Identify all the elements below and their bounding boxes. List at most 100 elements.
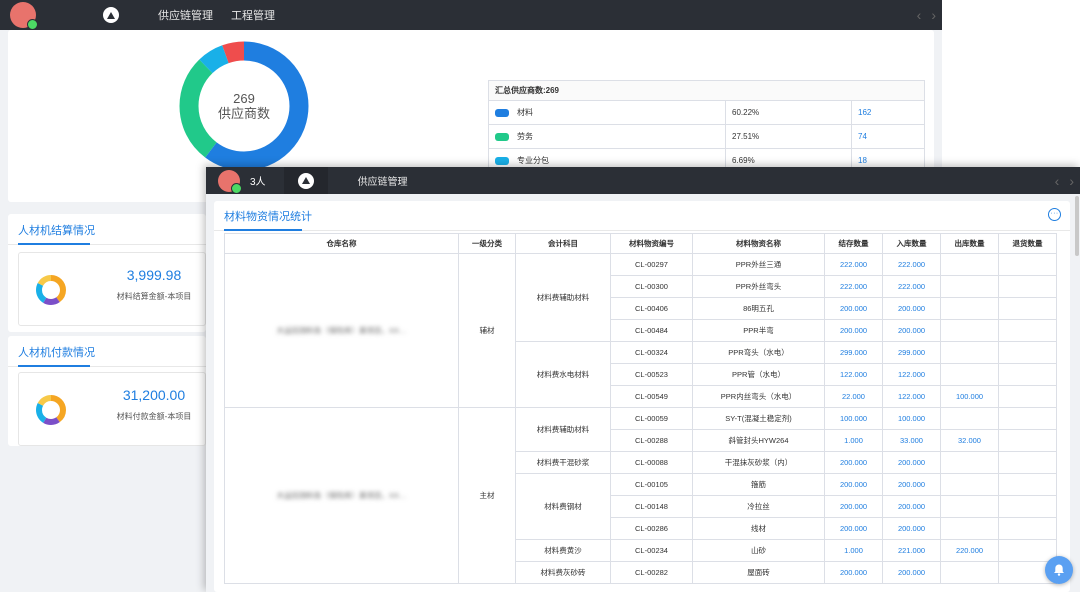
balance-qty[interactable]: 222.000 [824,275,883,298]
material-code: CL-00324 [610,341,693,364]
material-code: CL-00088 [610,451,693,474]
balance-qty[interactable]: 200.000 [824,561,883,584]
supplier-count-link[interactable]: 74 [851,124,925,149]
in-qty[interactable]: 200.000 [882,495,941,518]
balance-qty[interactable]: 1.000 [824,539,883,562]
balance-qty[interactable]: 200.000 [824,473,883,496]
out-qty[interactable] [940,363,999,386]
out-qty[interactable] [940,451,999,474]
in-qty[interactable]: 33.000 [882,429,941,452]
return-qty[interactable] [998,253,1057,276]
in-qty[interactable]: 221.000 [882,539,941,562]
in-qty[interactable]: 200.000 [882,517,941,540]
out-qty[interactable] [940,407,999,430]
return-qty[interactable] [998,517,1057,540]
in-qty[interactable]: 100.000 [882,407,941,430]
return-qty[interactable] [998,385,1057,408]
material-name: 斜管封头HYW264 [692,429,825,452]
balance-qty[interactable]: 200.000 [824,297,883,320]
return-qty[interactable] [998,539,1057,562]
chevron-right-icon[interactable]: › [931,7,936,23]
out-qty[interactable] [940,561,999,584]
avatar[interactable] [10,2,38,30]
material-name: 冷拉丝 [692,495,825,518]
in-qty[interactable]: 200.000 [882,451,941,474]
app-logo[interactable] [82,0,140,30]
material-stats-card: 材料物资情况统计 ··· 仓库名称 一级分类 会计科目 材料物资编号 材料物资名称 结存数… [214,201,1070,592]
chevron-left-icon[interactable]: ‹ [917,7,922,23]
bell-icon [1054,564,1064,576]
balance-qty[interactable]: 200.000 [824,319,883,342]
supplier-donut-chart: 269 供应商数 [179,41,309,171]
out-qty[interactable] [940,253,999,276]
nav-engineering[interactable]: 工程管理 [231,7,275,23]
material-name: SY-T(混凝土稳定剂) [692,407,825,430]
material-name: 山砂 [692,539,825,562]
avatar[interactable] [218,169,242,194]
material-name: PPR管（水电） [692,363,825,386]
nav-supply-chain[interactable]: 供应链管理 [158,7,213,23]
return-qty[interactable] [998,429,1057,452]
balance-qty[interactable]: 200.000 [824,451,883,474]
subject-cell: 材料费干混砂浆 [515,451,611,474]
column-header: 退货数量 [998,233,1057,254]
balance-qty[interactable]: 100.000 [824,407,883,430]
in-qty[interactable]: 222.000 [882,275,941,298]
out-qty[interactable] [940,495,999,518]
more-icon[interactable]: ··· [1048,208,1061,221]
balance-qty[interactable]: 200.000 [824,517,883,540]
subject-cell: 材料费黄沙 [515,539,611,562]
balance-qty[interactable]: 200.000 [824,495,883,518]
supplier-count-link[interactable]: 162 [851,100,925,125]
out-qty[interactable]: 220.000 [940,539,999,562]
balance-qty[interactable]: 122.000 [824,363,883,386]
return-qty[interactable] [998,407,1057,430]
balance-qty[interactable]: 299.000 [824,341,883,364]
balance-qty[interactable]: 1.000 [824,429,883,452]
return-qty[interactable] [998,495,1057,518]
material-name: 干混抹灰砂浆（内） [692,451,825,474]
in-qty[interactable]: 122.000 [882,363,941,386]
in-qty[interactable]: 200.000 [882,297,941,320]
in-qty[interactable]: 122.000 [882,385,941,408]
return-qty[interactable] [998,297,1057,320]
in-qty[interactable]: 200.000 [882,473,941,496]
online-people-count[interactable]: 3人 [250,173,266,188]
balance-qty[interactable]: 222.000 [824,253,883,276]
legend-swatch-icon [495,132,509,141]
out-qty[interactable]: 100.000 [940,385,999,408]
out-qty[interactable] [940,275,999,298]
scrollbar[interactable] [1075,196,1079,256]
payment-amount: 31,200.00 [122,387,186,403]
material-name: 箍筋 [692,473,825,496]
help-button[interactable] [1045,556,1073,584]
out-qty[interactable] [940,517,999,540]
chevron-left-icon[interactable]: ‹ [1055,173,1060,189]
payment-panel: 人材机付款情况 31,200.00 材料付款金额-本项目 [8,336,206,446]
chevron-right-icon[interactable]: › [1069,173,1074,189]
return-qty[interactable] [998,341,1057,364]
column-header: 会计科目 [515,233,611,254]
out-qty[interactable] [940,341,999,364]
balance-qty[interactable]: 22.000 [824,385,883,408]
in-qty[interactable]: 200.000 [882,561,941,584]
return-qty[interactable] [998,473,1057,496]
in-qty[interactable]: 200.000 [882,319,941,342]
in-qty[interactable]: 222.000 [882,253,941,276]
warehouse-name: 大运回测料各（保险库）某项目，XX… [224,407,459,584]
return-qty[interactable] [998,319,1057,342]
return-qty[interactable] [998,275,1057,298]
material-code: CL-00148 [610,495,693,518]
return-qty[interactable] [998,363,1057,386]
out-qty[interactable] [940,473,999,496]
subject-cell: 材料费辅助材料 [515,253,611,342]
out-qty[interactable]: 32.000 [940,429,999,452]
in-qty[interactable]: 299.000 [882,341,941,364]
out-qty[interactable] [940,319,999,342]
out-qty[interactable] [940,297,999,320]
nav-supply-chain[interactable]: 供应链管理 [358,173,408,188]
column-header: 仓库名称 [224,233,459,254]
top-bar: 3人 供应链管理 ‹ › [206,167,1080,194]
return-qty[interactable] [998,451,1057,474]
app-logo[interactable] [283,167,328,194]
